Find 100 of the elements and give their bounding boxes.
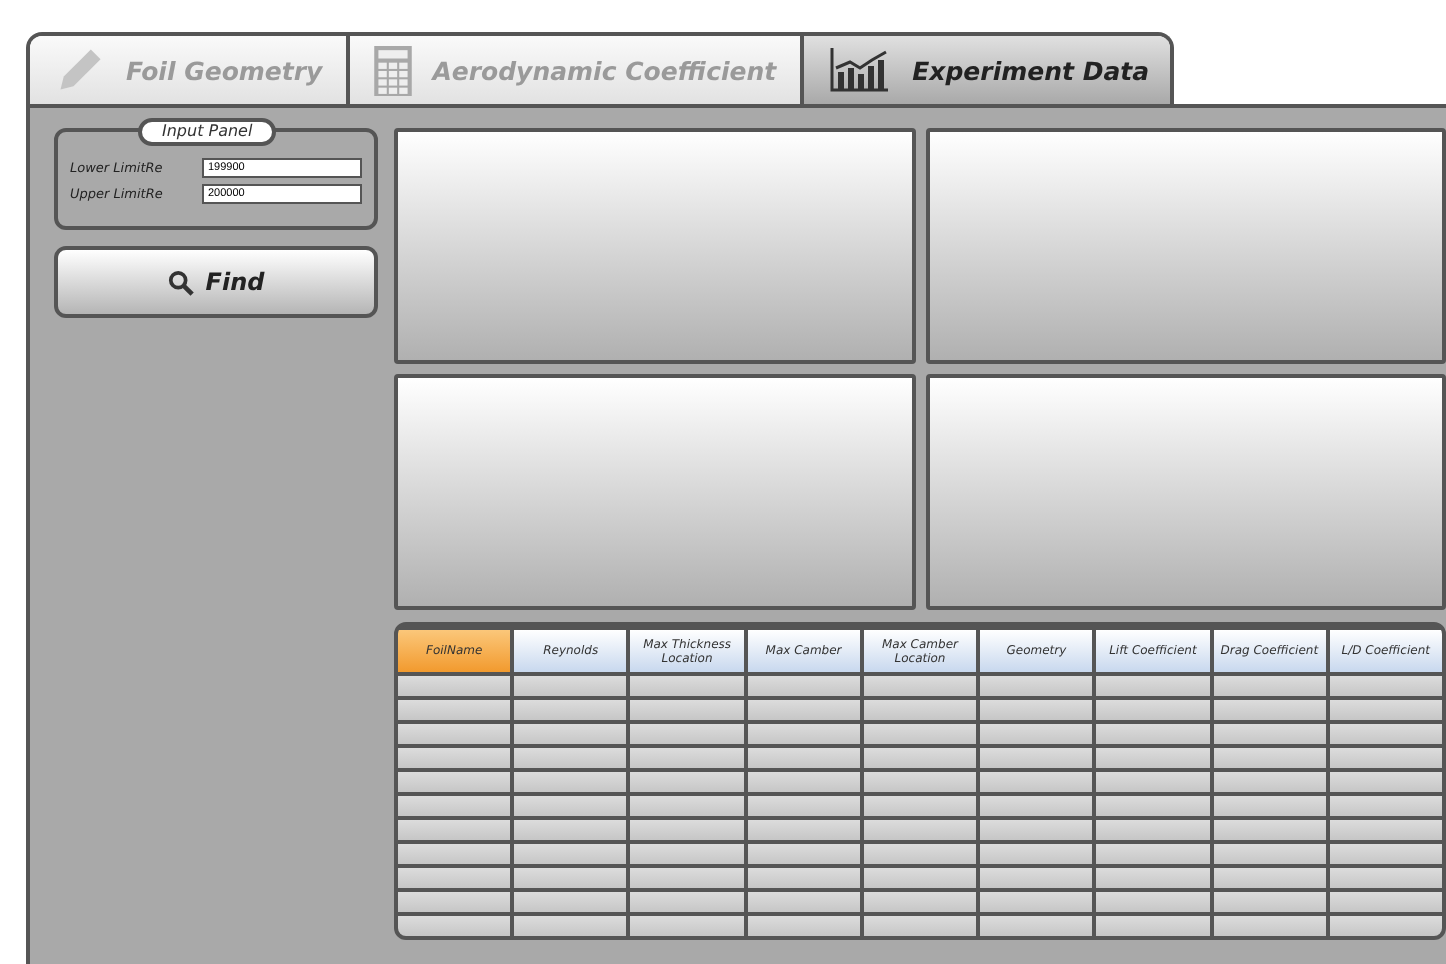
- table-cell: [398, 868, 511, 888]
- table-cell: [514, 820, 627, 840]
- table-cell: [514, 868, 627, 888]
- table-cell: [863, 844, 977, 864]
- search-icon: [167, 269, 194, 295]
- table-cell: [1213, 820, 1326, 840]
- table-cell: [514, 916, 627, 936]
- table-cell: [747, 844, 860, 864]
- table-cell: [980, 676, 1093, 696]
- table-cell: [747, 772, 860, 792]
- table-cell: [1096, 724, 1210, 744]
- table-cell: [1329, 700, 1442, 720]
- panel-title: Input Panel: [138, 118, 277, 146]
- table-cell: [747, 724, 860, 744]
- table-cell: [630, 820, 744, 840]
- table-cell: [863, 772, 977, 792]
- table-cell: [1213, 892, 1326, 912]
- table-cell: [747, 748, 860, 768]
- table-cell: [747, 916, 860, 936]
- table-cell: [514, 796, 627, 816]
- table-cell: [1213, 700, 1326, 720]
- table-cell: [1329, 676, 1442, 696]
- table-cell: [514, 748, 627, 768]
- table-cell: [980, 916, 1093, 936]
- table-cell: [1096, 892, 1210, 912]
- bar-chart-icon: [828, 48, 893, 92]
- table-cell: [747, 892, 860, 912]
- table-cell: [1329, 724, 1442, 744]
- table-cell: [980, 796, 1093, 816]
- table-cell: [514, 844, 627, 864]
- table-cell: [398, 844, 511, 864]
- table-cell: [863, 892, 977, 912]
- table-cell: [398, 916, 511, 936]
- table-cell: [1329, 796, 1442, 816]
- table-cell: [630, 796, 744, 816]
- table-cell: [863, 748, 977, 768]
- table-cell: [630, 676, 744, 696]
- table-cell: [630, 724, 744, 744]
- table-cell: [1096, 772, 1210, 792]
- table-cell: [1213, 868, 1326, 888]
- calculator-icon: [374, 45, 413, 95]
- table-cell: [398, 892, 511, 912]
- table-cell: [1213, 796, 1326, 816]
- table-cell: [1213, 724, 1326, 744]
- table-cell: [1329, 772, 1442, 792]
- table-cell: [1096, 868, 1210, 888]
- table-cell: [980, 844, 1093, 864]
- table-cell: [1213, 772, 1326, 792]
- tab[interactable]: Experiment Data: [804, 36, 1170, 104]
- table-cell: [1329, 868, 1442, 888]
- table-cell: [863, 916, 977, 936]
- table-cell: [980, 868, 1093, 888]
- table-cell: [514, 892, 627, 912]
- table-cell: [1329, 748, 1442, 768]
- table-cell: [398, 772, 511, 792]
- table-cell: [1096, 796, 1210, 816]
- table-cell: [1213, 676, 1326, 696]
- table-cell: [863, 868, 977, 888]
- table-cell: [747, 700, 860, 720]
- find-button[interactable]: Find: [54, 246, 378, 318]
- table-cell: [514, 700, 627, 720]
- table-cell: [980, 820, 1093, 840]
- table-cell: [1329, 916, 1442, 936]
- table-cell: [980, 772, 1093, 792]
- table-cell: [1096, 700, 1210, 720]
- table-cell: [1329, 820, 1442, 840]
- table-cell: [747, 820, 860, 840]
- table-cell: [630, 916, 744, 936]
- table-cell: [514, 772, 627, 792]
- table-cell: [863, 700, 977, 720]
- table-cell: [1096, 844, 1210, 864]
- table-cell: [398, 820, 511, 840]
- table-cell: [398, 796, 511, 816]
- table-cell: [630, 868, 744, 888]
- table-cell: [747, 796, 860, 816]
- table-cell: [1213, 748, 1326, 768]
- table-cell: [514, 676, 627, 696]
- table-cell: [980, 700, 1093, 720]
- table-cell: [863, 820, 977, 840]
- table-cell: [398, 724, 511, 744]
- table-cell: [1213, 916, 1326, 936]
- table-cell: [630, 892, 744, 912]
- table-cell: [398, 676, 511, 696]
- table-cell: [747, 676, 860, 696]
- table-cell: [863, 724, 977, 744]
- table-cell: [863, 676, 977, 696]
- table-cell: [1096, 916, 1210, 936]
- table-cell: [1096, 748, 1210, 768]
- table-cell: [1329, 844, 1442, 864]
- table-cell: [514, 724, 627, 744]
- table-cell: [630, 700, 744, 720]
- table-cell: [630, 844, 744, 864]
- table-cell: [980, 748, 1093, 768]
- table-cell: [398, 748, 511, 768]
- table-cell: [630, 748, 744, 768]
- table-cell: [398, 700, 511, 720]
- table-cell: [980, 724, 1093, 744]
- table-cell: [980, 892, 1093, 912]
- table-cell: [630, 772, 744, 792]
- table-cell: [1096, 676, 1210, 696]
